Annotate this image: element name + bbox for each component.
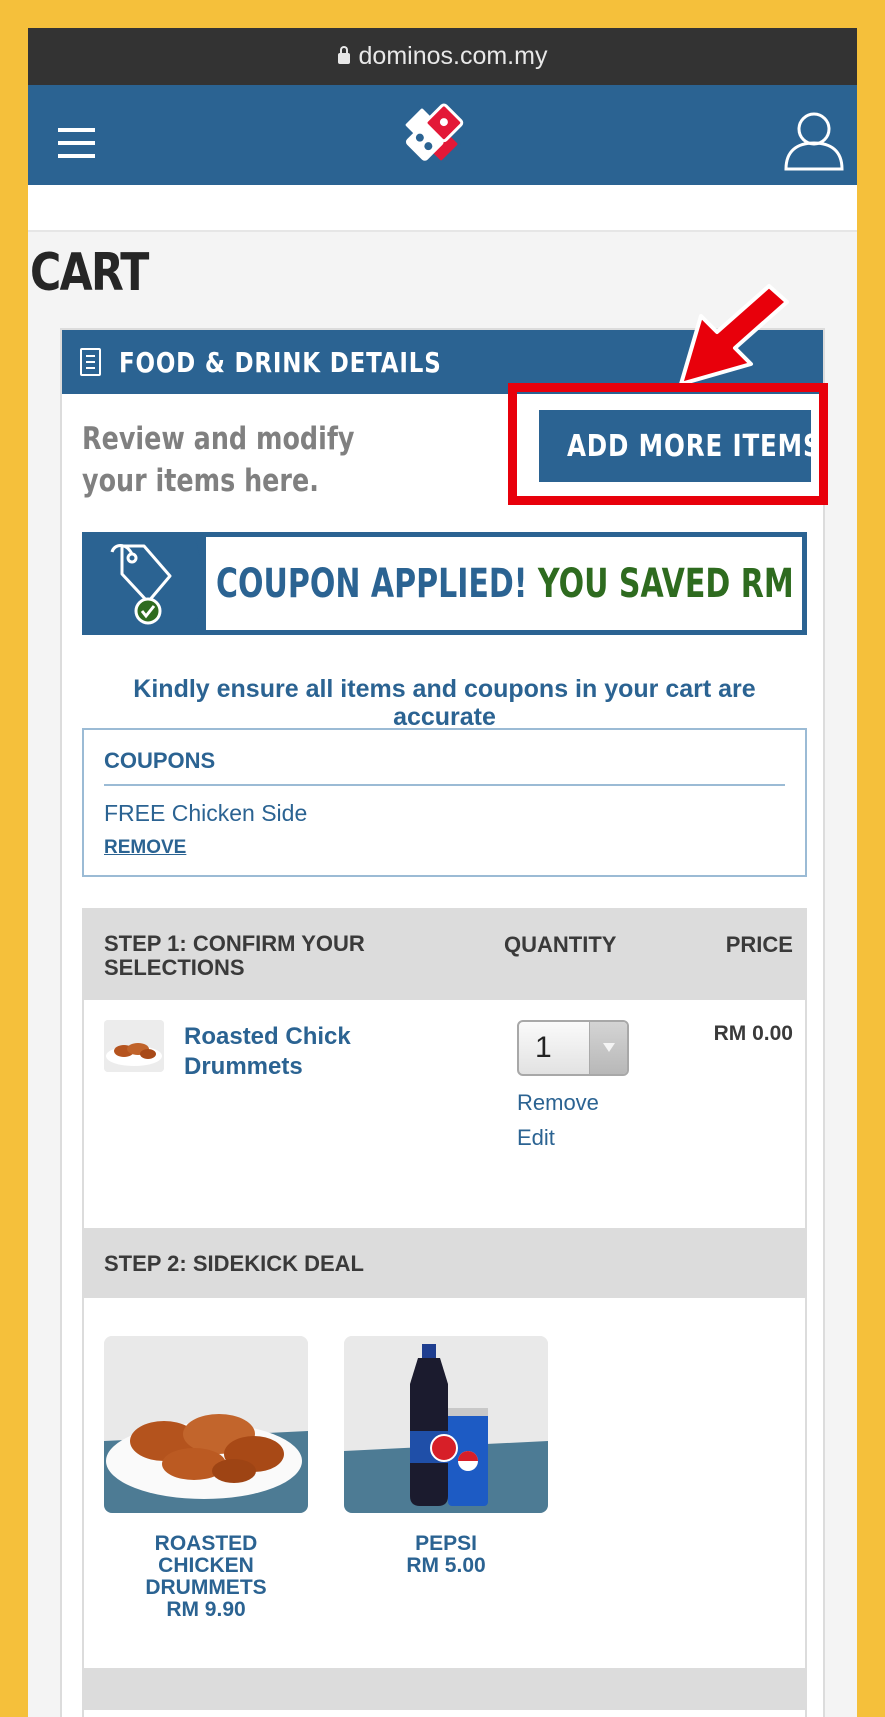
accuracy-notice: Kindly ensure all items and coupons in y… (133, 675, 756, 731)
item-remove-link[interactable]: Remove (517, 1090, 599, 1116)
item-price: RM 0.00 (713, 1022, 793, 1045)
subheader-bar (28, 185, 857, 232)
add-more-items-button[interactable]: ADD MORE ITEMS (539, 410, 821, 482)
page-title: CART (30, 243, 149, 303)
step2-header: STEP 2: SIDEKICK DEAL (84, 1228, 805, 1298)
deal-image-drummets (104, 1336, 308, 1513)
deal-card-drummets[interactable]: ROASTED CHICKEN DRUMMETS RM 9.90 (104, 1336, 308, 1621)
step1-header: STEP 1: CONFIRM YOUR SELECTIONS QUANTITY… (84, 910, 805, 1000)
panel-title: FOOD & DRINK DETAILS (119, 345, 442, 379)
item-edit-link[interactable]: Edit (517, 1125, 555, 1151)
item-name-link[interactable]: Roasted Chick Drummets (184, 1022, 434, 1082)
red-arrow-annotation (679, 284, 789, 386)
coupon-applied-text: COUPON APPLIED! (216, 560, 528, 607)
coupon-text-area: COUPON APPLIED! YOU SAVED RM 15.90 (206, 537, 802, 630)
chevron-down-icon (589, 1022, 627, 1074)
item-thumbnail (104, 1020, 164, 1072)
deal-image-pepsi (344, 1336, 548, 1513)
coupon-remove-link[interactable]: REMOVE (104, 837, 186, 859)
coupons-title: COUPONS (104, 748, 785, 786)
document-icon (80, 348, 101, 376)
quantity-select[interactable]: 1 (517, 1020, 629, 1076)
review-text: Review and modify your items here. (82, 421, 355, 499)
coupon-applied-banner: COUPON APPLIED! YOU SAVED RM 15.90 (82, 532, 807, 635)
deal-card-pepsi[interactable]: PEPSI RM 5.00 (344, 1336, 548, 1577)
deal-price-drummets: RM 9.90 (166, 1598, 246, 1621)
step2-label: STEP 2: SIDEKICK DEAL (104, 1251, 364, 1276)
deal-name-drummets: ROASTED CHICKEN DRUMMETS (145, 1532, 267, 1599)
food-drink-panel: FOOD & DRINK DETAILS Review and modify y… (60, 328, 825, 1717)
price-header: PRICE (725, 932, 793, 957)
next-step-header (84, 1670, 805, 1710)
browser-url-bar[interactable]: dominos.com.my (28, 28, 857, 85)
sidekick-deal-row: ROASTED CHICKEN DRUMMETS RM 9.90 PEPSI R… (84, 1298, 805, 1670)
cart-item-row: Roasted Chick Drummets 1 Remove Edit RM … (84, 1000, 805, 1228)
dominos-logo[interactable] (394, 92, 474, 172)
step1-label: STEP 1: CONFIRM YOUR SELECTIONS (104, 931, 365, 980)
deal-name-pepsi: PEPSI (415, 1532, 477, 1555)
site-header (28, 85, 857, 185)
deal-price-pepsi: RM 5.00 (406, 1554, 486, 1577)
coupon-name: FREE Chicken Side (104, 800, 308, 826)
quantity-header: QUANTITY (504, 932, 617, 957)
user-account-icon[interactable] (783, 109, 845, 171)
quantity-value: 1 (535, 1031, 552, 1064)
lock-icon (337, 46, 350, 64)
url-text: dominos.com.my (358, 42, 548, 70)
coupons-box: COUPONS FREE Chicken Side REMOVE (82, 728, 807, 877)
coupon-tag-icon (110, 532, 207, 635)
cart-table: STEP 1: CONFIRM YOUR SELECTIONS QUANTITY… (82, 908, 807, 1717)
menu-icon[interactable] (58, 128, 95, 158)
